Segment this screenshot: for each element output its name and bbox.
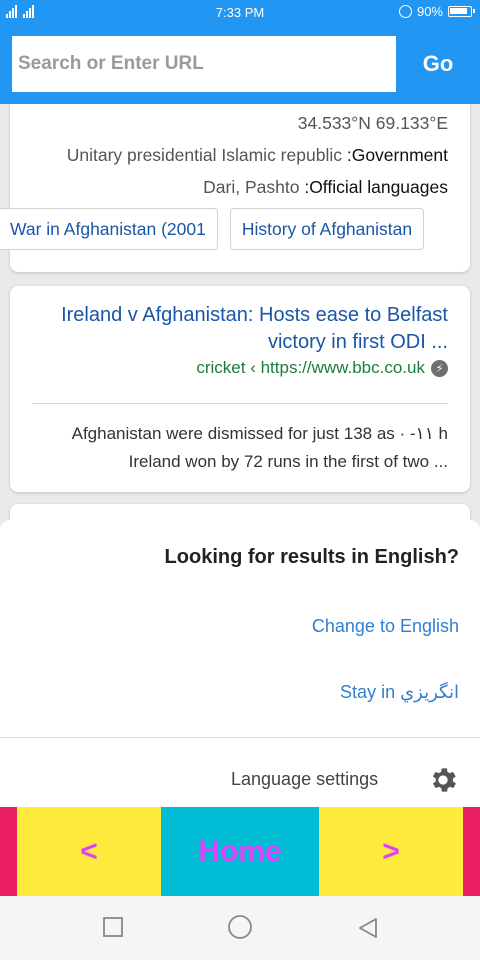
- results-content[interactable]: 34.533°N 69.133°E Unitary presidential I…: [0, 104, 480, 520]
- forward-button[interactable]: >: [319, 807, 463, 896]
- government-value: Unitary presidential Islamic republic: [66, 145, 347, 165]
- news-snippet: Afghanistan were dismissed for just 138 …: [72, 420, 448, 476]
- chip-war-in-afghanistan[interactable]: War in Afghanistan (2001: [0, 208, 218, 250]
- languages-value: Dari, Pashto: [203, 177, 305, 197]
- battery-icon: [448, 6, 475, 17]
- url-input[interactable]: [12, 36, 396, 92]
- language-popup: Looking for results in English? Change t…: [0, 520, 480, 807]
- government-row: Unitary presidential Islamic republic :G…: [67, 145, 448, 166]
- battery-level: 90%: [416, 4, 443, 19]
- home-circle-icon[interactable]: [227, 914, 253, 940]
- status-icons: 90%: [398, 4, 475, 19]
- recents-square-icon[interactable]: [102, 916, 124, 938]
- coordinates-text: 34.533°N 69.133°E: [297, 113, 448, 133]
- languages-key: :Official languages: [304, 177, 448, 197]
- stay-in-language-button[interactable]: Stay in انگریزي: [340, 682, 459, 703]
- change-to-english-button[interactable]: Change to English: [312, 616, 459, 637]
- knowledge-card: 34.533°N 69.133°E Unitary presidential I…: [0, 104, 470, 272]
- government-key: :Government: [346, 145, 448, 165]
- snippet-line-1: Afghanistan were dismissed for just 138 …: [71, 424, 448, 443]
- status-bar: 7:33 PM 90%: [0, 0, 480, 24]
- popup-title: Looking for results in English?: [164, 546, 459, 568]
- news-source-url: cricket ‹ https://www.bbc.co.uk: [196, 358, 425, 377]
- language-settings-link[interactable]: Language settings: [231, 769, 378, 790]
- popup-divider: [0, 737, 480, 738]
- related-chips: War in Afghanistan (2001 History of Afgh…: [0, 208, 425, 250]
- bottom-nav: < Home >: [0, 807, 480, 896]
- back-button[interactable]: <: [17, 807, 161, 896]
- news-title-link[interactable]: Ireland v Afghanistan: Hosts ease to Bel…: [28, 302, 448, 356]
- url-bar: Go: [0, 24, 480, 104]
- snippet-line-2: Ireland won by 72 runs in the first of t…: [128, 452, 448, 471]
- gear-icon[interactable]: [427, 764, 459, 796]
- news-result-card[interactable]: Ireland v Afghanistan: Hosts ease to Bel…: [10, 286, 470, 492]
- back-triangle-icon[interactable]: [356, 916, 380, 940]
- card-divider: [32, 403, 448, 404]
- languages-row: Dari, Pashto :Official languages: [203, 177, 448, 198]
- chip-history-of-afghanistan[interactable]: History of Afghanistan: [229, 208, 425, 250]
- news-source: cricket ‹ https://www.bbc.co.uk ⚡: [196, 358, 448, 378]
- system-nav-bar: [0, 896, 480, 960]
- home-button[interactable]: Home: [161, 807, 319, 896]
- vpn-icon: [398, 5, 412, 18]
- go-button[interactable]: Go: [396, 36, 480, 92]
- amp-lightning-icon: ⚡: [431, 359, 448, 377]
- next-result-card[interactable]: [10, 504, 470, 520]
